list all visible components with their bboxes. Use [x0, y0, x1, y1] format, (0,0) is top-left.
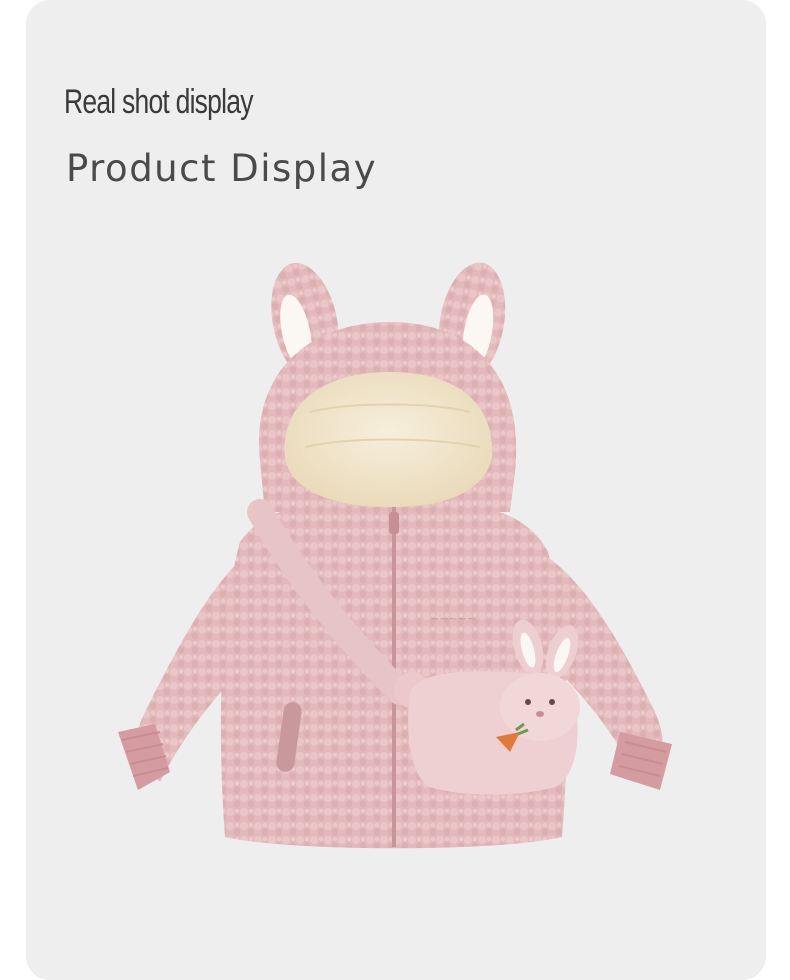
product-photo: ~~~~~ — [118, 262, 672, 849]
section-subtitle: Real shot display — [64, 83, 253, 121]
svg-text:~~~~~: ~~~~~ — [430, 612, 476, 625]
section-title: Product Display — [66, 147, 378, 190]
